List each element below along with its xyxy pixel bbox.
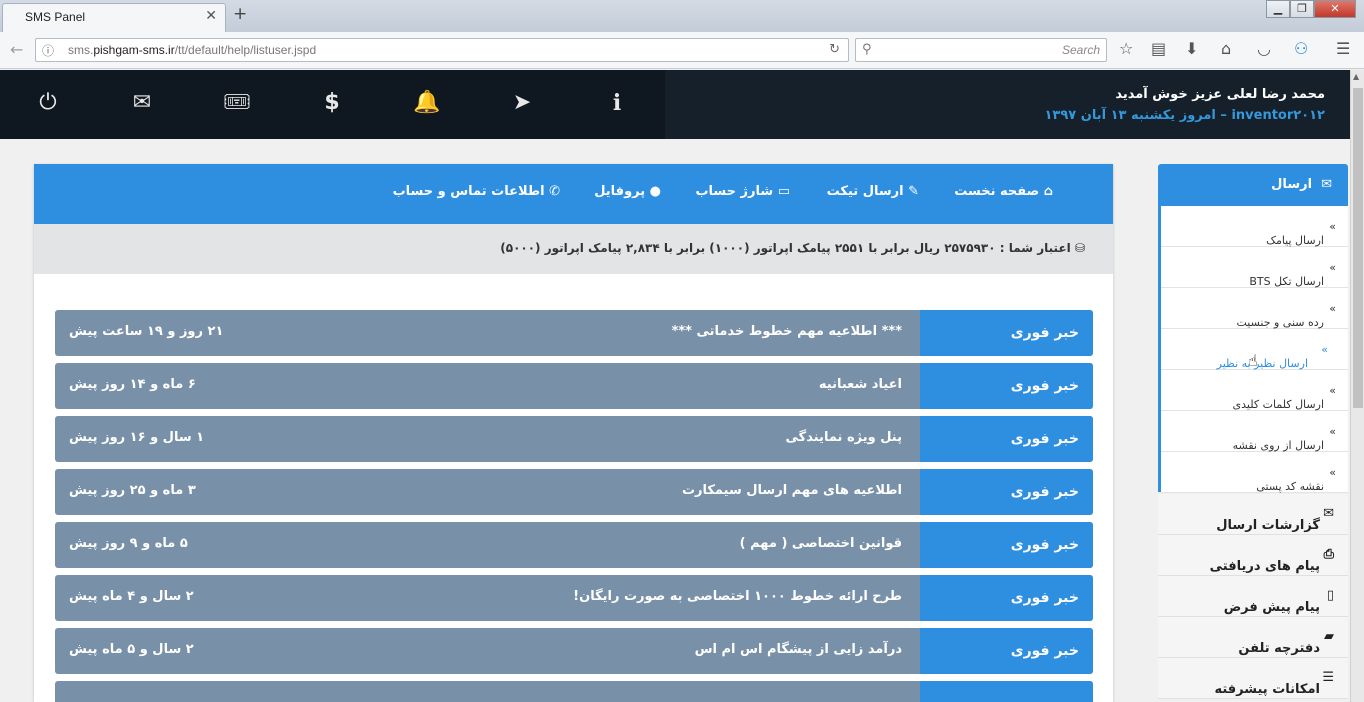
news-badge: خبر فوری bbox=[920, 575, 1093, 621]
sidebar: ✉ ارسال » ارسال پیامک » ارسال تکل BTS » … bbox=[1158, 164, 1348, 702]
news-badge: خبر فوری bbox=[920, 628, 1093, 674]
dollar-icon[interactable]: $ bbox=[317, 90, 347, 115]
news-time: ۶ ماه و ۱۴ روز پیش bbox=[69, 377, 196, 392]
extension-icon[interactable]: ⚇ bbox=[1294, 39, 1308, 58]
sidebar-item-inbox[interactable]: ⎙ پیام های دریافتی bbox=[1158, 535, 1348, 576]
news-badge: خبر فوری bbox=[920, 522, 1093, 568]
info-icon[interactable]: ⓘ bbox=[42, 42, 54, 59]
url-text[interactable]: sms.pishgam-sms.ir/tt/default/help/listu… bbox=[68, 43, 316, 57]
news-time: ۲ سال و ۵ ماه پیش bbox=[69, 642, 194, 657]
nav-home[interactable]: ⌂ صفحه نخست bbox=[954, 184, 1053, 199]
news-badge: خبر فوری bbox=[920, 416, 1093, 462]
ticket-icon[interactable]: 🎟 bbox=[222, 90, 252, 115]
news-title[interactable]: قوانین اختصاصی ( مهم ) bbox=[740, 536, 902, 551]
tab-title: SMS Panel bbox=[25, 10, 86, 24]
news-title[interactable]: درآمد زایی از پیشگام اس ام اس bbox=[695, 642, 902, 657]
news-title[interactable]: اطلاعیه های مهم ارسال سیمکارت bbox=[682, 483, 902, 498]
sidebar-item-send-bts[interactable]: » ارسال تکل BTS bbox=[1161, 247, 1348, 288]
news-time: ۱ سال و ۱۶ روز پیش bbox=[69, 430, 205, 445]
credit-text: ⛁ اعتبار شما : ۲۵۷۵۹۳۰ ریال برابر با ۲۵۵… bbox=[500, 241, 1085, 255]
sidebar-item-keywords[interactable]: » ارسال کلمات کلیدی bbox=[1161, 370, 1348, 411]
sidebar-item-advanced[interactable]: ☰ امکانات پیشرفته bbox=[1158, 658, 1348, 699]
reload-icon[interactable]: ↻ bbox=[829, 42, 840, 57]
home-icon[interactable]: ⌂ bbox=[1221, 39, 1231, 58]
credit-bar: ⛁ اعتبار شما : ۲۵۷۵۹۳۰ ریال برابر با ۲۵۵… bbox=[34, 224, 1113, 274]
sidebar-item-postal-map[interactable]: » نقشه کد پستی bbox=[1161, 452, 1348, 493]
pocket-icon[interactable]: ◡ bbox=[1257, 39, 1271, 58]
bell-icon[interactable]: 🔔 bbox=[412, 90, 442, 115]
news-row-partial[interactable] bbox=[55, 681, 1093, 702]
news-title[interactable]: *** اطلاعیه مهم خطوط خدماتی *** bbox=[672, 324, 902, 339]
search-placeholder: Search bbox=[1061, 43, 1100, 57]
nav-send-ticket[interactable]: ✎ ارسال تیکت bbox=[827, 184, 919, 199]
sidebar-section-send[interactable]: ✉ ارسال bbox=[1158, 164, 1348, 206]
power-icon[interactable]: ⏻ bbox=[33, 90, 63, 115]
sidebar-submenu: » ارسال پیامک » ارسال تکل BTS » رده سنی … bbox=[1158, 206, 1348, 493]
hand-cursor-icon: ☝ bbox=[1248, 351, 1258, 370]
news-time: ۵ ماه و ۹ روز پیش bbox=[69, 536, 188, 551]
news-row[interactable]: خبر فوری پنل ویژه نمایندگی ۱ سال و ۱۶ رو… bbox=[55, 416, 1093, 462]
url-bar[interactable]: ⓘ sms.pishgam-sms.ir/tt/default/help/lis… bbox=[35, 38, 849, 62]
sidebar-item-send-sms[interactable]: » ارسال پیامک bbox=[1161, 206, 1348, 247]
welcome-text: محمد رضا لعلی عزیز خوش آمدید bbox=[1115, 87, 1325, 102]
news-title[interactable]: طرح ارائه خطوط ۱۰۰۰ اختصاصی به صورت رایگ… bbox=[573, 589, 902, 604]
news-row[interactable]: خبر فوری اعیاد شعبانیه ۶ ماه و ۱۴ روز پی… bbox=[55, 363, 1093, 409]
menu-icon[interactable]: ☰ bbox=[1336, 39, 1350, 58]
minimize-button[interactable]: ▁ bbox=[1266, 0, 1290, 18]
sidebar-section-label: ✉ ارسال bbox=[1271, 177, 1332, 192]
search-bar[interactable]: ⚲ Search bbox=[855, 38, 1107, 62]
news-row[interactable]: خبر فوری درآمد زایی از پیشگام اس ام اس ۲… bbox=[55, 628, 1093, 674]
new-tab-button[interactable]: + bbox=[233, 4, 247, 24]
browser-tabstrip: SMS Panel ✕ + ▁ ❐ ✕ bbox=[0, 0, 1364, 32]
back-arrow-icon[interactable]: ← bbox=[10, 40, 23, 59]
window-controls: ▁ ❐ ✕ bbox=[1266, 0, 1356, 20]
reading-list-icon[interactable]: ▤ bbox=[1151, 39, 1166, 58]
download-icon[interactable]: ⬇ bbox=[1185, 39, 1198, 58]
sidebar-item-phonebook[interactable]: ▰ دفترچه تلفن bbox=[1158, 617, 1348, 658]
news-badge bbox=[920, 681, 1093, 702]
top-navigation: ⌂ صفحه نخست ✎ ارسال تیکت ▭ شارژ حساب ● پ… bbox=[34, 164, 1113, 224]
news-badge: خبر فوری bbox=[920, 310, 1093, 356]
nav-charge-account[interactable]: ▭ شارژ حساب bbox=[695, 184, 790, 199]
nav-profile[interactable]: ● پروفایل bbox=[594, 184, 661, 199]
today-text: inventor۲۰۱۲ – امروز یکشنبه ۱۳ آبان ۱۳۹۷ bbox=[1044, 108, 1326, 123]
news-badge: خبر فوری bbox=[920, 363, 1093, 409]
sidebar-item-map-send[interactable]: » ارسال از روی نقشه bbox=[1161, 411, 1348, 452]
main-panel: ⌂ صفحه نخست ✎ ارسال تیکت ▭ شارژ حساب ● پ… bbox=[34, 164, 1113, 702]
browser-tab[interactable]: SMS Panel ✕ bbox=[2, 3, 226, 32]
news-time: ۲۱ روز و ۱۹ ساعت پیش bbox=[69, 324, 224, 339]
tab-close-icon[interactable]: ✕ bbox=[205, 8, 217, 24]
maximize-button[interactable]: ❐ bbox=[1290, 0, 1314, 18]
header-icon-bar: ⏻ ✉ 🎟 $ 🔔 ➤ i bbox=[0, 70, 665, 139]
nav-contact-info[interactable]: ✆ اطلاعات تماس و حساب bbox=[393, 184, 560, 199]
send-icon[interactable]: ➤ bbox=[507, 90, 537, 115]
sidebar-item-reports[interactable]: ✉ گزارشات ارسال bbox=[1158, 494, 1348, 535]
news-title[interactable]: اعیاد شعبانیه bbox=[819, 377, 902, 392]
news-row[interactable]: خبر فوری طرح ارائه خطوط ۱۰۰۰ اختصاصی به … bbox=[55, 575, 1093, 621]
sidebar-item-age-gender[interactable]: » رده سنی و جنسیت bbox=[1161, 288, 1348, 329]
news-row[interactable]: خبر فوری *** اطلاعیه مهم خطوط خدماتی ***… bbox=[55, 310, 1093, 356]
search-icon: ⚲ bbox=[862, 42, 872, 57]
bookmark-star-icon[interactable]: ☆ bbox=[1119, 39, 1133, 58]
close-window-button[interactable]: ✕ bbox=[1314, 0, 1356, 18]
info-icon[interactable]: i bbox=[602, 90, 632, 116]
news-time: ۳ ماه و ۲۵ روز پیش bbox=[69, 483, 196, 498]
sidebar-item-default-messages[interactable]: ▯ پیام پیش فرض bbox=[1158, 576, 1348, 617]
browser-navbar: ← ⓘ sms.pishgam-sms.ir/tt/default/help/l… bbox=[0, 32, 1364, 69]
news-title[interactable]: پنل ویژه نمایندگی bbox=[786, 430, 902, 445]
news-time: ۲ سال و ۴ ماه پیش bbox=[69, 589, 194, 604]
news-badge: خبر فوری bbox=[920, 469, 1093, 515]
scroll-up-icon[interactable]: ▲ bbox=[1353, 72, 1359, 81]
page-header: ⏻ ✉ 🎟 $ 🔔 ➤ i محمد رضا لعلی عزیز خوش آمد… bbox=[0, 70, 1350, 139]
envelope-icon[interactable]: ✉ bbox=[127, 90, 157, 115]
page-scrollbar[interactable]: ▲ bbox=[1350, 70, 1364, 702]
scroll-thumb[interactable] bbox=[1353, 88, 1363, 408]
news-row[interactable]: خبر فوری قوانین اختصاصی ( مهم ) ۵ ماه و … bbox=[55, 522, 1093, 568]
news-row[interactable]: خبر فوری اطلاعیه های مهم ارسال سیمکارت ۳… bbox=[55, 469, 1093, 515]
